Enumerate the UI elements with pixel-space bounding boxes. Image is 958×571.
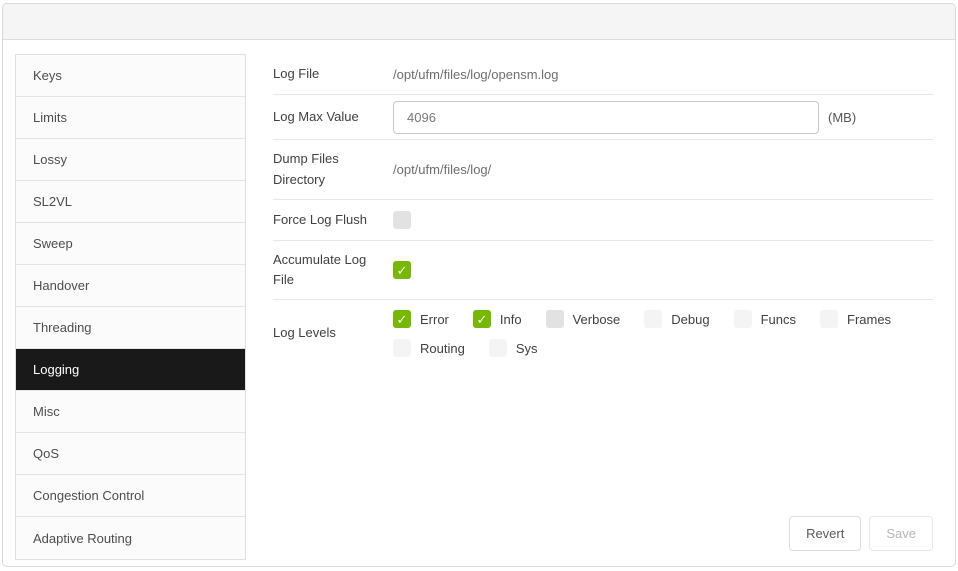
log-max-value-input[interactable] — [393, 100, 819, 134]
check-icon: ✓ — [396, 262, 408, 278]
panel-body: Keys Limits Lossy SL2VL Sweep Handover T… — [3, 41, 955, 566]
panel-header — [3, 4, 955, 40]
routing-label: Routing — [420, 340, 465, 356]
check-icon: ✓ — [396, 311, 408, 327]
accumulate-log-file-label: Accumulate Log File — [273, 251, 367, 287]
frames-checkbox[interactable]: ✓ — [820, 310, 838, 328]
log-file-label: Log File — [273, 65, 320, 81]
log-level-error[interactable]: ✓ Error — [393, 310, 449, 328]
check-icon: ✓ — [476, 311, 488, 327]
log-level-debug[interactable]: ✓ Debug — [644, 310, 710, 328]
log-max-value-label: Log Max Value — [273, 108, 359, 124]
sidebar-item-limits[interactable]: Limits — [16, 97, 245, 139]
accumulate-log-file-checkbox[interactable]: ✓ — [393, 261, 411, 279]
debug-checkbox[interactable]: ✓ — [644, 310, 663, 328]
form-spacer — [273, 369, 933, 516]
verbose-label: Verbose — [572, 311, 621, 327]
dump-files-directory-value: /opt/ufm/files/log/ — [393, 162, 492, 177]
sidebar-item-congestion-control[interactable]: Congestion Control — [16, 475, 245, 517]
routing-checkbox[interactable]: ✓ — [393, 339, 411, 357]
verbose-checkbox[interactable]: ✓ — [545, 310, 564, 328]
error-checkbox[interactable]: ✓ — [393, 310, 411, 328]
force-log-flush-checkbox[interactable]: ✓ — [393, 211, 411, 229]
log-levels-line-2: ✓ Routing ✓ Sys — [393, 339, 915, 357]
log-level-sys[interactable]: ✓ Sys — [488, 339, 538, 357]
force-log-flush-label: Force Log Flush — [273, 211, 367, 227]
log-level-funcs[interactable]: ✓ Funcs — [733, 310, 796, 328]
sidebar-item-sl2vl[interactable]: SL2VL — [16, 181, 245, 223]
log-levels-label: Log Levels — [273, 325, 336, 341]
log-level-verbose[interactable]: ✓ Verbose — [545, 310, 621, 328]
log-file-row: Log File /opt/ufm/files/log/opensm.log — [273, 54, 933, 95]
dump-files-directory-row: Dump Files Directory /opt/ufm/files/log/ — [273, 140, 933, 200]
accumulate-log-file-row: Accumulate Log File ✓ — [273, 241, 933, 300]
frames-label: Frames — [847, 311, 892, 327]
sidebar-item-misc[interactable]: Misc — [16, 391, 245, 433]
log-levels-line-1: ✓ Error ✓ Info ✓ Verbose ✓ — [393, 310, 915, 328]
settings-panel: Keys Limits Lossy SL2VL Sweep Handover T… — [2, 3, 956, 567]
sys-label: Sys — [515, 340, 538, 356]
funcs-checkbox[interactable]: ✓ — [733, 310, 752, 328]
revert-button[interactable]: Revert — [789, 516, 862, 551]
log-level-routing[interactable]: ✓ Routing — [393, 339, 465, 357]
save-button[interactable]: Save — [869, 516, 933, 551]
error-label: Error — [420, 311, 449, 327]
log-level-info[interactable]: ✓ Info — [472, 310, 522, 328]
settings-category-list: Keys Limits Lossy SL2VL Sweep Handover T… — [15, 54, 246, 560]
log-levels-row: Log Levels ✓ Error ✓ Info ✓ Ver — [273, 300, 933, 369]
sidebar-item-lossy[interactable]: Lossy — [16, 139, 245, 181]
logging-settings-form: Log File /opt/ufm/files/log/opensm.log L… — [273, 54, 933, 553]
log-levels-options: ✓ Error ✓ Info ✓ Verbose ✓ — [393, 310, 915, 357]
sidebar-item-qos[interactable]: QoS — [16, 433, 245, 475]
log-file-value: /opt/ufm/files/log/opensm.log — [393, 66, 559, 82]
info-checkbox[interactable]: ✓ — [472, 310, 491, 328]
info-label: Info — [499, 311, 522, 327]
sidebar-item-keys[interactable]: Keys — [16, 55, 245, 97]
sidebar-item-adaptive-routing[interactable]: Adaptive Routing — [16, 517, 245, 559]
log-level-frames[interactable]: ✓ Frames — [820, 310, 891, 328]
form-actions: Revert Save — [273, 516, 933, 553]
log-max-value-unit: (MB) — [828, 109, 857, 125]
log-max-value-row: Log Max Value (MB) — [273, 95, 933, 140]
sidebar-item-sweep[interactable]: Sweep — [16, 223, 245, 265]
sidebar-item-threading[interactable]: Threading — [16, 307, 245, 349]
sys-checkbox[interactable]: ✓ — [488, 339, 507, 357]
force-log-flush-row: Force Log Flush ✓ — [273, 200, 933, 241]
sidebar-item-logging[interactable]: Logging — [16, 349, 245, 391]
funcs-label: Funcs — [760, 311, 796, 327]
dump-files-directory-label: Dump Files Directory — [273, 151, 339, 187]
debug-label: Debug — [671, 311, 710, 327]
sidebar-item-handover[interactable]: Handover — [16, 265, 245, 307]
